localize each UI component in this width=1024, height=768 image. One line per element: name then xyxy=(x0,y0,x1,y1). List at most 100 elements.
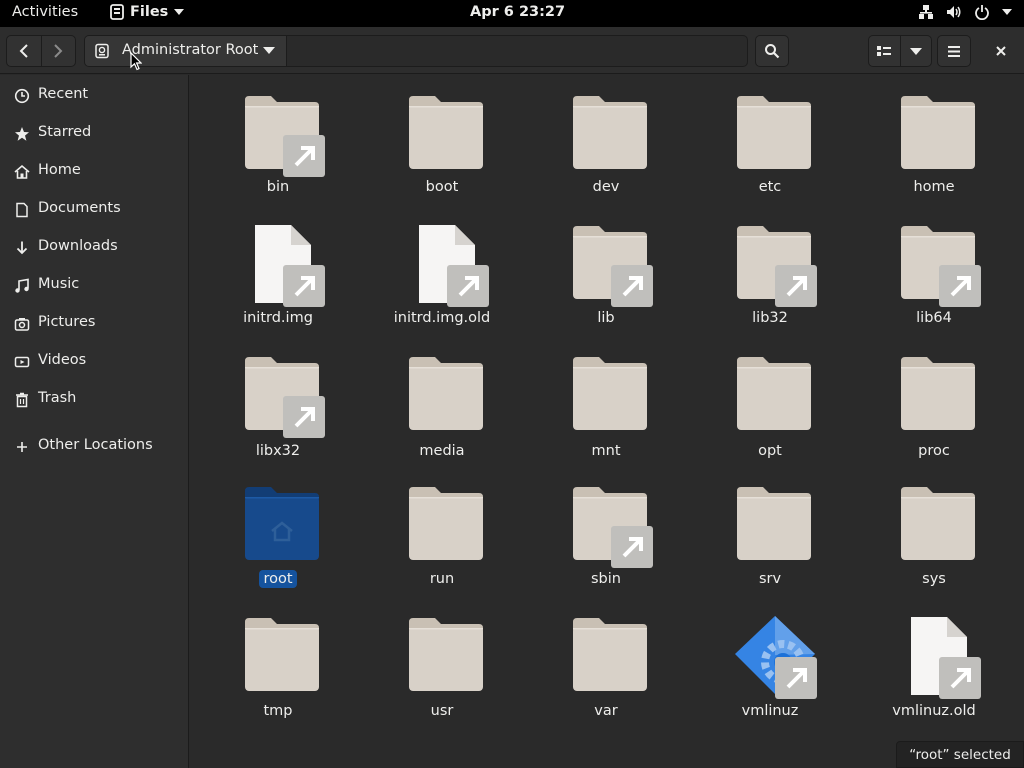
file-item-lib[interactable]: lib xyxy=(541,212,671,332)
file-item-icon xyxy=(567,353,657,443)
file-item-name: sbin xyxy=(591,571,621,587)
sidebar-item-trash[interactable]: Trash xyxy=(0,381,189,417)
file-item-sys[interactable]: sys xyxy=(869,473,999,593)
file-item-label: etc xyxy=(705,178,835,196)
symlink-arrow-icon xyxy=(775,657,817,699)
file-item-media[interactable]: media xyxy=(377,343,507,463)
file-item-vmlinuz[interactable]: vmlinuz xyxy=(705,604,835,724)
file-item-icon xyxy=(403,483,493,573)
file-item-icon xyxy=(567,483,657,573)
file-item-name: proc xyxy=(918,443,950,459)
file-item-bin[interactable]: bin xyxy=(213,82,343,202)
file-item-icon xyxy=(895,353,985,443)
top-bar: Activities Files Apr 6 23:27 xyxy=(0,0,1024,27)
files-app-icon xyxy=(110,4,124,20)
file-item-initrd-img-old[interactable]: initrd.img.old xyxy=(377,212,507,332)
file-item-root[interactable]: root xyxy=(213,473,343,593)
file-item-name: bin xyxy=(266,179,290,195)
clock[interactable]: Apr 6 23:27 xyxy=(470,4,565,20)
file-item-home[interactable]: home xyxy=(869,82,999,202)
activities-button[interactable]: Activities xyxy=(12,4,78,20)
sidebar-item-home[interactable]: Home xyxy=(0,153,189,189)
app-name: Files xyxy=(130,4,169,20)
sidebar-item-downloads[interactable]: Downloads xyxy=(0,229,189,265)
file-item-name: initrd.img xyxy=(243,310,313,326)
symlink-arrow-icon xyxy=(283,396,325,438)
file-item-lib64[interactable]: lib64 xyxy=(869,212,999,332)
plus-icon xyxy=(17,442,27,452)
file-item-mnt[interactable]: mnt xyxy=(541,343,671,463)
file-item-dev[interactable]: dev xyxy=(541,82,671,202)
file-item-name: home xyxy=(913,179,955,195)
camera-icon xyxy=(14,318,30,331)
folder-icon xyxy=(901,96,975,169)
folder-icon xyxy=(901,357,975,430)
file-item-name: usr xyxy=(430,703,454,719)
sidebar-item-documents[interactable]: Documents xyxy=(0,191,189,227)
folder-icon xyxy=(409,96,483,169)
sidebar-item-recent[interactable]: Recent xyxy=(0,77,189,113)
file-item-icon xyxy=(239,353,329,443)
folder-icon xyxy=(409,357,483,430)
view-options-button[interactable] xyxy=(899,36,931,66)
file-item-vmlinuz-old[interactable]: vmlinuz.old xyxy=(869,604,999,724)
back-button[interactable] xyxy=(7,36,41,66)
file-item-srv[interactable]: srv xyxy=(705,473,835,593)
file-item-label: media xyxy=(377,442,507,460)
sidebar-item-other-locations[interactable]: Other Locations xyxy=(0,428,189,464)
chevron-down-icon xyxy=(1002,9,1012,15)
file-item-libx32[interactable]: libx32 xyxy=(213,343,343,463)
sidebar-item-starred[interactable]: Starred xyxy=(0,115,189,151)
file-item-initrd-img[interactable]: initrd.img xyxy=(213,212,343,332)
file-item-label: proc xyxy=(869,442,999,460)
file-item-tmp[interactable]: tmp xyxy=(213,604,343,724)
path-segment-root[interactable]: Administrator Root xyxy=(85,36,287,66)
sidebar-item-label: Music xyxy=(38,276,80,292)
file-item-icon xyxy=(895,614,985,704)
sidebar-item-music[interactable]: Music xyxy=(0,267,189,303)
path-bar[interactable]: Administrator Root xyxy=(84,35,748,67)
file-item-label: usr xyxy=(377,702,507,720)
view-toggle-group xyxy=(868,35,932,67)
file-item-label: dev xyxy=(541,178,671,196)
file-item-lib32[interactable]: lib32 xyxy=(705,212,835,332)
file-item-name: var xyxy=(594,703,618,719)
file-item-sbin[interactable]: sbin xyxy=(541,473,671,593)
symlink-arrow-icon xyxy=(939,265,981,307)
file-item-etc[interactable]: etc xyxy=(705,82,835,202)
file-item-label: var xyxy=(541,702,671,720)
drive-icon xyxy=(95,43,109,59)
file-item-name: tmp xyxy=(263,703,293,719)
symlink-arrow-icon xyxy=(283,135,325,177)
close-button[interactable] xyxy=(986,35,1016,67)
main-menu-button[interactable] xyxy=(937,35,971,67)
symlink-arrow-icon xyxy=(447,265,489,307)
symlink-arrow-icon xyxy=(283,265,325,307)
volume-icon xyxy=(947,6,961,18)
app-menu[interactable]: Files xyxy=(110,4,185,20)
file-item-name: lib64 xyxy=(916,310,952,326)
search-button[interactable] xyxy=(755,35,789,67)
sidebar-item-videos[interactable]: Videos xyxy=(0,343,189,379)
file-item-usr[interactable]: usr xyxy=(377,604,507,724)
system-tray[interactable] xyxy=(918,4,1012,20)
forward-button[interactable] xyxy=(40,36,75,66)
folder-icon xyxy=(245,618,319,691)
sidebar: Recent Starred Home Documents Downloads … xyxy=(0,75,189,768)
symlink-arrow-icon xyxy=(611,265,653,307)
file-item-label: lib xyxy=(541,309,671,327)
list-view-icon xyxy=(877,46,892,56)
sidebar-item-pictures[interactable]: Pictures xyxy=(0,305,189,341)
list-view-button[interactable] xyxy=(869,36,900,66)
file-item-label: initrd.img xyxy=(213,309,343,327)
file-item-proc[interactable]: proc xyxy=(869,343,999,463)
file-item-label: sbin xyxy=(541,570,671,588)
chevron-right-icon xyxy=(54,44,63,58)
file-item-boot[interactable]: boot xyxy=(377,82,507,202)
file-item-var[interactable]: var xyxy=(541,604,671,724)
chevron-down-icon[interactable] xyxy=(263,47,275,54)
file-item-label: vmlinuz xyxy=(705,702,835,720)
file-item-icon xyxy=(731,353,821,443)
file-item-opt[interactable]: opt xyxy=(705,343,835,463)
file-item-run[interactable]: run xyxy=(377,473,507,593)
